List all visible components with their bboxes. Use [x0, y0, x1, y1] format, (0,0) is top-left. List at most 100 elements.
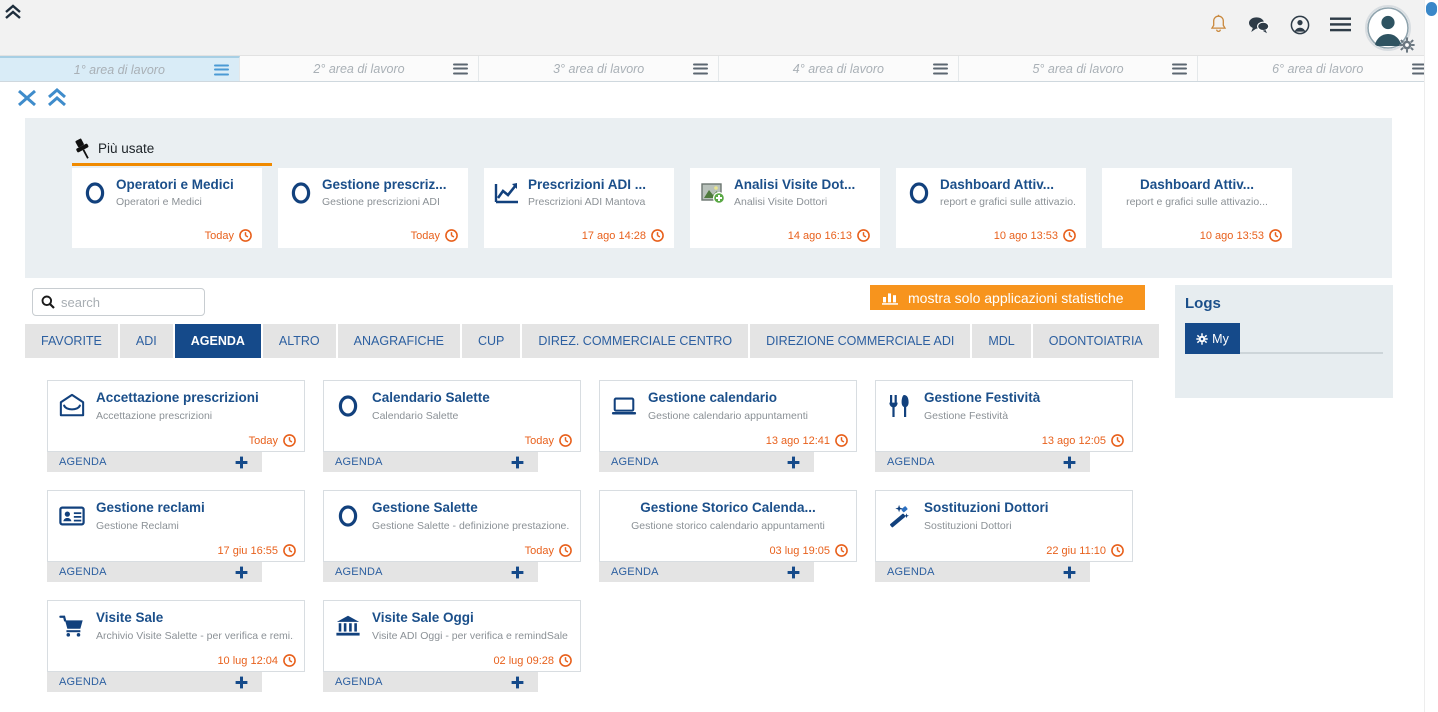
work-area-tab-1[interactable]: 1° area di lavoro [0, 56, 240, 81]
tab-label: DIREZ. COMMERCIALE CENTRO [538, 334, 733, 348]
tab-altro[interactable]: ALTRO [262, 324, 338, 358]
tab-cup[interactable]: CUP [461, 324, 523, 358]
app-card-text: Visite Sale Oggi Visite ADI Oggi - per v… [334, 609, 570, 642]
close-x-icon[interactable] [15, 87, 39, 109]
tab-label: MDL [988, 334, 1015, 348]
search-input[interactable] [61, 294, 191, 310]
work-area-menu-icon[interactable] [932, 63, 948, 74]
most-used-card-time: Today [411, 229, 458, 242]
app-card-text: Sostituzioni Dottori Sostituzioni Dottor… [886, 499, 1122, 532]
show-statistical-apps-button[interactable]: mostra solo applicazioni statistiche [870, 285, 1145, 310]
app-card-time: 03 lug 19:05 [769, 544, 848, 557]
most-used-card-time-label: 14 ago 16:13 [787, 229, 852, 242]
work-area-menu-icon[interactable] [693, 63, 709, 74]
app-card[interactable]: Gestione Festività Gestione Festività 13… [875, 380, 1133, 472]
plus-icon[interactable] [235, 676, 248, 689]
plus-icon[interactable] [511, 566, 524, 579]
work-area-menu-icon[interactable] [453, 63, 469, 74]
chat-icon[interactable] [1248, 15, 1270, 34]
plus-icon[interactable] [511, 456, 524, 469]
app-card[interactable]: Accettazione prescrizioni Accettazione p… [47, 380, 305, 472]
app-card-time-label: Today [524, 544, 554, 557]
scrollbar-thumb[interactable] [1426, 2, 1437, 16]
work-area-tab-label: 3° area di lavoro [553, 61, 645, 76]
most-used-card[interactable]: Dashboard Attiv... report e grafici sull… [896, 168, 1086, 248]
app-card-text: Gestione reclami Gestione Reclami [58, 499, 294, 532]
tab-adi[interactable]: ADI [119, 324, 175, 358]
logs-tab-my[interactable]: My [1185, 323, 1240, 354]
app-card[interactable]: Visite Sale Archivio Visite Salette - pe… [47, 600, 305, 692]
envelope-icon [58, 393, 86, 419]
most-used-card-title: Dashboard Attiv... [1139, 177, 1254, 192]
logs-tabbar: My [1185, 323, 1383, 354]
work-area-menu-icon[interactable] [1172, 63, 1188, 74]
tab-favorite[interactable]: FAVORITE [25, 324, 120, 358]
app-card-body[interactable]: Gestione calendario Gestione calendario … [599, 380, 857, 452]
app-card-body[interactable]: Gestione reclami Gestione Reclami 17 giu… [47, 490, 305, 562]
vertical-scrollbar[interactable] [1424, 0, 1438, 712]
double-chevron-up-icon[interactable] [45, 87, 69, 109]
work-area-tab-4[interactable]: 4° area di lavoro [719, 56, 959, 81]
work-area-tab-6[interactable]: 6° area di lavoro [1198, 56, 1438, 81]
app-card-time-label: 13 ago 12:41 [765, 434, 830, 447]
bar-chart-icon [882, 290, 898, 305]
plus-icon[interactable] [1063, 456, 1076, 469]
tab-label: CUP [477, 334, 505, 348]
clock-icon [1111, 434, 1124, 447]
laptop-icon [610, 393, 638, 419]
app-card-time: Today [249, 434, 296, 447]
most-used-card-time: 10 ago 13:53 [1200, 229, 1282, 242]
app-card-body[interactable]: Calendario Salette Calendario Salette To… [323, 380, 581, 452]
plus-icon[interactable] [235, 566, 248, 579]
tab-label: ODONTOIATRIA [1048, 334, 1143, 348]
plus-icon[interactable] [787, 566, 800, 579]
work-area-menu-icon[interactable] [213, 64, 229, 75]
most-used-card[interactable]: Dashboard Attiv... report e grafici sull… [1102, 168, 1292, 248]
hamburger-menu-icon[interactable] [1330, 17, 1351, 32]
app-card[interactable]: Gestione reclami Gestione Reclami 17 giu… [47, 490, 305, 582]
plus-icon[interactable] [511, 676, 524, 689]
work-area-tab-label: 1° area di lavoro [73, 62, 165, 77]
tab-anagrafiche[interactable]: ANAGRAFICHE [337, 324, 462, 358]
tab-agenda[interactable]: AGENDA [174, 324, 263, 358]
user-circle-icon[interactable] [1290, 15, 1310, 35]
bell-icon[interactable] [1209, 14, 1228, 35]
app-card[interactable]: Gestione Storico Calenda... Gestione sto… [599, 490, 857, 582]
app-card-body[interactable]: Visite Sale Oggi Visite ADI Oggi - per v… [323, 600, 581, 672]
app-card[interactable]: Sostituzioni Dottori Sostituzioni Dottor… [875, 490, 1133, 582]
tab-mdl[interactable]: MDL [972, 324, 1033, 358]
tab-odontoiatria[interactable]: ODONTOIATRIA [1032, 324, 1161, 358]
plus-icon[interactable] [1063, 566, 1076, 579]
most-used-card-text: Dashboard Attiv... report e grafici sull… [1112, 176, 1282, 208]
app-card-body[interactable]: Sostituzioni Dottori Sostituzioni Dottor… [875, 490, 1133, 562]
work-area-tab-3[interactable]: 3° area di lavoro [479, 56, 720, 81]
app-card[interactable]: Visite Sale Oggi Visite ADI Oggi - per v… [323, 600, 581, 692]
most-used-card[interactable]: Gestione prescriz... Gestione prescrizio… [278, 168, 468, 248]
app-card-body[interactable]: Accettazione prescrizioni Accettazione p… [47, 380, 305, 452]
gear-icon[interactable] [1399, 37, 1415, 53]
app-card-subtitle: Gestione Festività [924, 410, 1009, 422]
most-used-card[interactable]: Analisi Visite Dot... Analisi Visite Dot… [690, 168, 880, 248]
tab-direzione-commerciale-adi[interactable]: DIREZIONE COMMERCIALE ADI [750, 324, 973, 358]
work-area-tab-5[interactable]: 5° area di lavoro [958, 56, 1199, 81]
work-area-tab-2[interactable]: 2° area di lavoro [239, 56, 480, 81]
logs-tab-label: My [1212, 331, 1229, 346]
most-used-header: Più usate [72, 134, 272, 166]
app-card-body[interactable]: Gestione Storico Calenda... Gestione sto… [599, 490, 857, 562]
app-card-title: Calendario Salette [372, 390, 490, 405]
most-used-card-subtitle: report e grafici sulle attivazio... [1126, 196, 1268, 208]
most-used-card[interactable]: Prescrizioni ADI ... Prescrizioni ADI Ma… [484, 168, 674, 248]
avatar[interactable] [1365, 5, 1415, 53]
app-card[interactable]: Gestione Salette Gestione Salette - defi… [323, 490, 581, 582]
chevron-up-icon[interactable] [0, 2, 26, 24]
tab-direz-commerciale-centro[interactable]: DIREZ. COMMERCIALE CENTRO [522, 324, 751, 358]
app-card[interactable]: Gestione calendario Gestione calendario … [599, 380, 857, 472]
most-used-card[interactable]: Operatori e Medici Operatori e Medici To… [72, 168, 262, 248]
plus-icon[interactable] [787, 456, 800, 469]
app-card-body[interactable]: Visite Sale Archivio Visite Salette - pe… [47, 600, 305, 672]
app-card-body[interactable]: Gestione Salette Gestione Salette - defi… [323, 490, 581, 562]
app-card-body[interactable]: Gestione Festività Gestione Festività 13… [875, 380, 1133, 452]
search-box[interactable] [32, 288, 205, 316]
app-card[interactable]: Calendario Salette Calendario Salette To… [323, 380, 581, 472]
plus-icon[interactable] [235, 456, 248, 469]
